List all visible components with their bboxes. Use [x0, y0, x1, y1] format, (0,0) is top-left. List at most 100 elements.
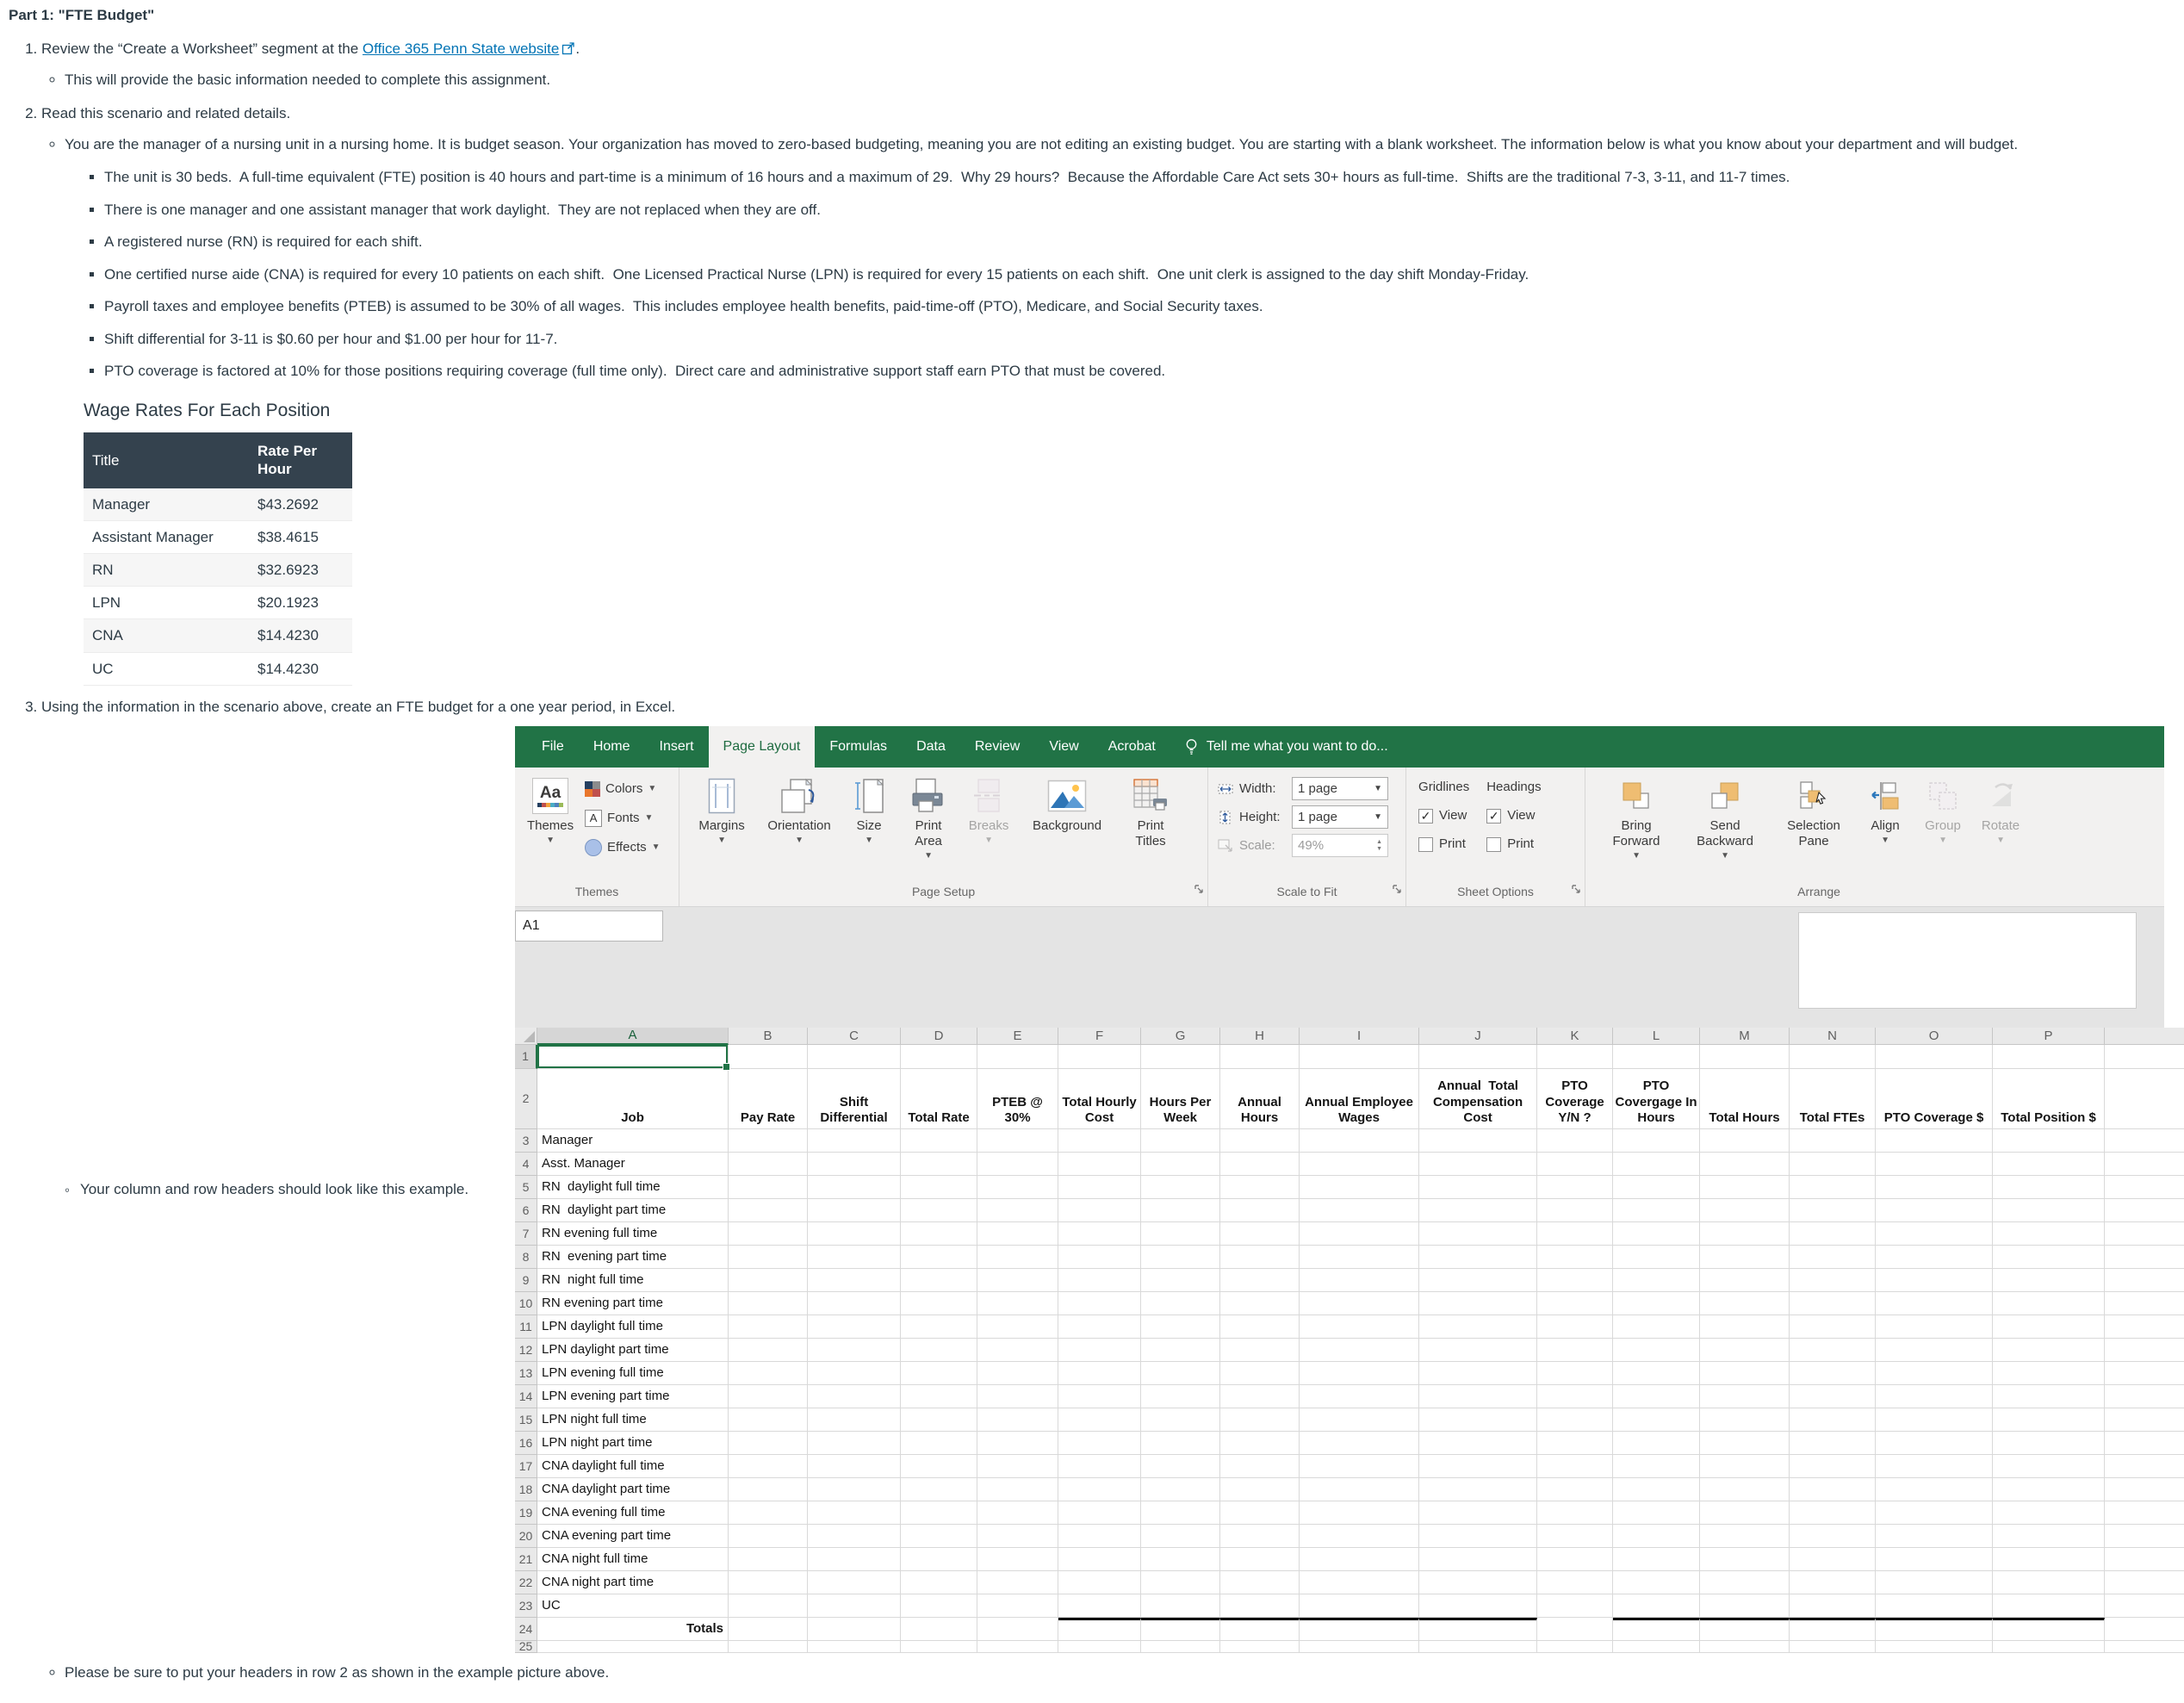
- cell-M1[interactable]: [1700, 1045, 1790, 1069]
- cell-partial-14[interactable]: [2105, 1385, 2184, 1408]
- cell-G7[interactable]: [1141, 1222, 1220, 1246]
- cell-J16[interactable]: [1419, 1432, 1537, 1455]
- cell-partial-7[interactable]: [2105, 1222, 2184, 1246]
- cell-L4[interactable]: [1613, 1153, 1700, 1176]
- cell-N25[interactable]: [1790, 1641, 1876, 1653]
- cell-C24[interactable]: [808, 1618, 901, 1641]
- cell-E19[interactable]: [977, 1501, 1058, 1525]
- cell-A11[interactable]: LPN daylight full time: [537, 1315, 729, 1339]
- cell-J10[interactable]: [1419, 1292, 1537, 1315]
- row-header-1[interactable]: 1: [515, 1045, 537, 1069]
- bring-forward-button[interactable]: Bring Forward ▼: [1598, 774, 1675, 882]
- cell-J11[interactable]: [1419, 1315, 1537, 1339]
- cell-C25[interactable]: [808, 1641, 901, 1653]
- select-all-corner[interactable]: [515, 1028, 537, 1045]
- cell-N12[interactable]: [1790, 1339, 1876, 1362]
- cell-A2[interactable]: Job: [537, 1069, 729, 1129]
- cell-D24[interactable]: [901, 1618, 977, 1641]
- row-header-10[interactable]: 10: [515, 1292, 537, 1315]
- cell-G17[interactable]: [1141, 1455, 1220, 1478]
- cell-A4[interactable]: Asst. Manager: [537, 1153, 729, 1176]
- cell-D6[interactable]: [901, 1199, 977, 1222]
- tab-home[interactable]: Home: [579, 726, 645, 768]
- cell-C1[interactable]: [808, 1045, 901, 1069]
- cell-L21[interactable]: [1613, 1548, 1700, 1571]
- cell-G18[interactable]: [1141, 1478, 1220, 1501]
- cell-D13[interactable]: [901, 1362, 977, 1385]
- row-header-22[interactable]: 22: [515, 1571, 537, 1594]
- cell-C12[interactable]: [808, 1339, 901, 1362]
- cell-M3[interactable]: [1700, 1129, 1790, 1153]
- cell-J25[interactable]: [1419, 1641, 1537, 1653]
- cell-partial-12[interactable]: [2105, 1339, 2184, 1362]
- cell-L23[interactable]: [1613, 1594, 1700, 1618]
- cell-A23[interactable]: UC: [537, 1594, 729, 1618]
- cell-P10[interactable]: [1993, 1292, 2105, 1315]
- cell-O13[interactable]: [1876, 1362, 1993, 1385]
- cell-K6[interactable]: [1537, 1199, 1613, 1222]
- cell-H10[interactable]: [1220, 1292, 1300, 1315]
- cell-O16[interactable]: [1876, 1432, 1993, 1455]
- cell-P21[interactable]: [1993, 1548, 2105, 1571]
- row-header-4[interactable]: 4: [515, 1153, 537, 1176]
- column-header-K[interactable]: K: [1537, 1028, 1613, 1045]
- fonts-button[interactable]: AFonts▼: [585, 808, 661, 829]
- row-header-20[interactable]: 20: [515, 1525, 537, 1548]
- cell-O20[interactable]: [1876, 1525, 1993, 1548]
- cell-O14[interactable]: [1876, 1385, 1993, 1408]
- cell-K13[interactable]: [1537, 1362, 1613, 1385]
- cell-J20[interactable]: [1419, 1525, 1537, 1548]
- cell-L9[interactable]: [1613, 1269, 1700, 1292]
- cell-F6[interactable]: [1058, 1199, 1141, 1222]
- cell-A19[interactable]: CNA evening full time: [537, 1501, 729, 1525]
- row-header-3[interactable]: 3: [515, 1129, 537, 1153]
- cell-K10[interactable]: [1537, 1292, 1613, 1315]
- cell-H4[interactable]: [1220, 1153, 1300, 1176]
- colors-button[interactable]: Colors▼: [585, 779, 661, 799]
- cell-K19[interactable]: [1537, 1501, 1613, 1525]
- cell-C11[interactable]: [808, 1315, 901, 1339]
- cell-J7[interactable]: [1419, 1222, 1537, 1246]
- cell-K15[interactable]: [1537, 1408, 1613, 1432]
- cell-H25[interactable]: [1220, 1641, 1300, 1653]
- cell-partial-11[interactable]: [2105, 1315, 2184, 1339]
- cell-N14[interactable]: [1790, 1385, 1876, 1408]
- cell-P25[interactable]: [1993, 1641, 2105, 1653]
- cell-O6[interactable]: [1876, 1199, 1993, 1222]
- row-header-6[interactable]: 6: [515, 1199, 537, 1222]
- cell-I25[interactable]: [1300, 1641, 1419, 1653]
- cell-F7[interactable]: [1058, 1222, 1141, 1246]
- cell-partial-15[interactable]: [2105, 1408, 2184, 1432]
- cell-E4[interactable]: [977, 1153, 1058, 1176]
- cell-E12[interactable]: [977, 1339, 1058, 1362]
- cell-J19[interactable]: [1419, 1501, 1537, 1525]
- cell-G25[interactable]: [1141, 1641, 1220, 1653]
- cell-E7[interactable]: [977, 1222, 1058, 1246]
- cell-J17[interactable]: [1419, 1455, 1537, 1478]
- cell-I17[interactable]: [1300, 1455, 1419, 1478]
- column-header-I[interactable]: I: [1300, 1028, 1419, 1045]
- cell-L15[interactable]: [1613, 1408, 1700, 1432]
- cell-partial-23[interactable]: [2105, 1594, 2184, 1618]
- cell-A16[interactable]: LPN night part time: [537, 1432, 729, 1455]
- cell-J21[interactable]: [1419, 1548, 1537, 1571]
- cell-I11[interactable]: [1300, 1315, 1419, 1339]
- cell-partial-3[interactable]: [2105, 1129, 2184, 1153]
- cell-O8[interactable]: [1876, 1246, 1993, 1269]
- cell-M18[interactable]: [1700, 1478, 1790, 1501]
- cell-B4[interactable]: [729, 1153, 808, 1176]
- cell-O5[interactable]: [1876, 1176, 1993, 1199]
- cell-C9[interactable]: [808, 1269, 901, 1292]
- cell-C2[interactable]: Shift Differential: [808, 1069, 901, 1129]
- cell-N9[interactable]: [1790, 1269, 1876, 1292]
- cell-E25[interactable]: [977, 1641, 1058, 1653]
- column-header-E[interactable]: E: [977, 1028, 1058, 1045]
- cell-L17[interactable]: [1613, 1455, 1700, 1478]
- cell-C5[interactable]: [808, 1176, 901, 1199]
- tab-review[interactable]: Review: [960, 726, 1034, 768]
- cell-D17[interactable]: [901, 1455, 977, 1478]
- cell-G19[interactable]: [1141, 1501, 1220, 1525]
- cell-K8[interactable]: [1537, 1246, 1613, 1269]
- cell-C6[interactable]: [808, 1199, 901, 1222]
- row-header-25[interactable]: 25: [515, 1641, 537, 1653]
